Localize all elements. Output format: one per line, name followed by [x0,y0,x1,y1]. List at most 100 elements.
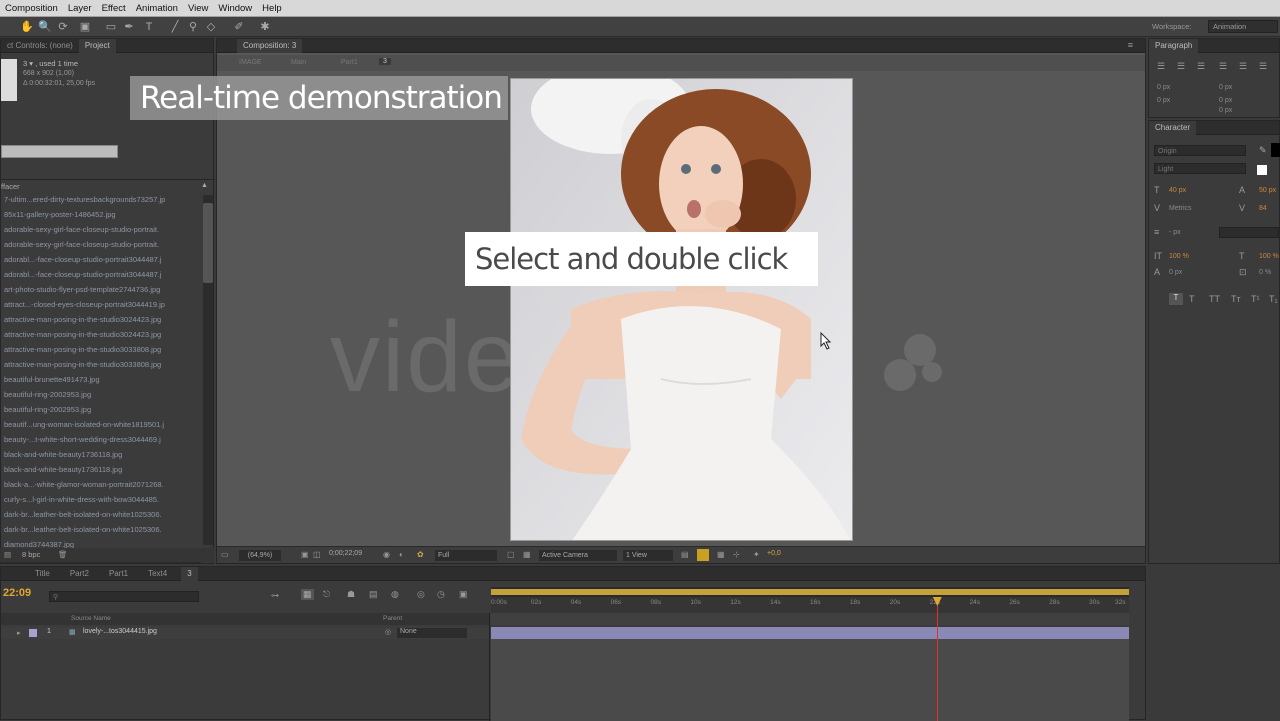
layer-duration-bar[interactable] [491,627,1129,639]
file-list-item[interactable]: attractive-man-posing-in-the-studio30244… [4,330,201,339]
draft-3d-icon[interactable]: ⎋ [323,589,330,600]
time-navigator[interactable] [491,587,1129,597]
parent-select[interactable]: None [397,628,467,638]
graph-editor-icon[interactable]: ◎ [417,589,425,600]
file-list-item[interactable]: adorable-sexy-girl-face-closeup-studio-p… [4,240,201,249]
tsume-value[interactable]: 0 % [1259,269,1271,276]
file-list-item[interactable]: adorabl...-face-closeup-studio-portrait3… [4,255,201,264]
justify-center-icon[interactable]: ☰ [1239,61,1247,72]
file-list-item[interactable]: art-photo-studio-flyer-psd-template27447… [4,285,201,294]
menu-animation[interactable]: Animation [131,0,183,17]
magnification-select[interactable]: (64,9%) [239,550,281,561]
exposure-value[interactable]: +0,0 [767,550,781,557]
timeline-search-input[interactable]: ⚲ [49,591,199,602]
all-caps-icon[interactable]: TT [1209,294,1220,304]
indent-left-value[interactable]: 0 px [1157,84,1170,91]
space-after-value[interactable]: 0 px [1219,107,1232,114]
camera-view-select[interactable]: Active Camera [539,550,617,561]
superscript-icon[interactable]: T¹ [1251,294,1260,304]
time-ruler[interactable]: 0:00s 02s 04s 06s 08s 10s 12s 14s 16s 18s 20s 22s 24… [491,597,1129,613]
show-snapshot-icon[interactable]: ◐ [399,550,404,559]
tab-paragraph[interactable]: Paragraph [1149,39,1199,53]
timeline-tab-text4[interactable]: Text4 [142,567,173,581]
tab-composition[interactable]: Composition: 3 [237,39,303,53]
leading-value[interactable]: 50 px [1259,187,1276,194]
comp-mini-flowchart-icon[interactable]: ⊶ [271,591,279,600]
auto-keyframe-icon[interactable]: ▣ [459,589,468,600]
stroke-type-select[interactable] [1219,227,1279,238]
zoom-tool-icon[interactable]: 🔍 [38,20,52,34]
toggle-pixel-aspect-icon[interactable]: ▤ [681,550,689,559]
file-list-item[interactable]: beautiful-ring-2002953.jpg [4,405,201,414]
align-left-icon[interactable]: ☰ [1157,61,1165,72]
file-list-scrollbar[interactable] [203,195,213,545]
resolution-select[interactable]: Full [435,550,497,561]
file-list-item[interactable]: black-a...-white-glamor-woman-portrait20… [4,480,201,489]
shy-layers-icon[interactable]: ☗ [347,589,355,600]
parent-header[interactable]: Parent [383,615,402,622]
file-list-item[interactable]: attract...-closed-eyes-closeup-portrait3… [4,300,201,309]
timeline-tab-part1[interactable]: Part1 [103,567,134,581]
indent-first-value[interactable]: 0 px [1219,97,1232,104]
file-list-item[interactable]: black-and-white-beauty1736118.jpg [4,450,201,459]
justify-left-icon[interactable]: ☰ [1219,61,1227,72]
label-color-swatch[interactable] [29,629,37,637]
menu-composition[interactable]: Composition [0,0,63,17]
panel-menu-icon[interactable]: ≡ [1128,40,1133,50]
eraser-icon[interactable]: ◇ [204,20,218,34]
pen-icon[interactable]: ✒ [122,20,136,34]
expand-arrow-icon[interactable]: ▸ [17,629,21,637]
faux-italic-icon[interactable]: T [1189,294,1195,304]
file-list-item[interactable]: beautiful-ring-2002953.jpg [4,390,201,399]
justify-all-icon[interactable]: ☰ [1259,61,1267,72]
file-list-item[interactable]: adorable-sexy-girl-face-closeup-studio-p… [4,225,201,234]
file-list-item[interactable]: adorabl...-face-closeup-studio-portrait3… [4,270,201,279]
file-list-item[interactable]: 7-ultim...ered-dirty-texturesbackgrounds… [4,195,201,204]
type-icon[interactable]: T [142,20,156,34]
rotate-icon[interactable]: ⟳ [56,20,70,34]
mask-visibility-icon[interactable]: ◫ [313,550,321,559]
space-before-value[interactable]: 0 px [1157,97,1170,104]
file-list-item[interactable]: attractive-man-posing-in-the-studio30244… [4,315,201,324]
current-time-display[interactable]: 0;00;22;09 [329,550,362,557]
puppet-icon[interactable]: ✱ [258,20,272,34]
brainstorm-icon[interactable]: ◷ [437,589,445,600]
stroke-width-value[interactable]: - px [1169,229,1181,236]
flow-item-part1[interactable]: Part1 [341,59,358,66]
align-right-icon[interactable]: ☰ [1197,61,1205,72]
tab-project[interactable]: Project [78,39,116,53]
file-list-item[interactable]: beautiful-brunette491473.jpg [4,375,201,384]
work-area-bar[interactable] [491,613,1129,625]
brush-icon[interactable]: ╱ [168,20,182,34]
playhead[interactable] [936,597,938,721]
fast-previews-icon[interactable] [697,549,709,561]
timeline-tab-3[interactable]: 3 [181,567,198,581]
safe-zones-icon[interactable]: ▣ [301,550,309,559]
file-list-item[interactable]: curly-s...l-girl-in-white-dress-with-bow… [4,495,201,504]
bpc-label[interactable]: 8 bpc [22,550,40,559]
timeline-icon[interactable]: ▦ [717,550,725,559]
horizontal-scale-value[interactable]: 100 % [1259,253,1279,260]
interpret-footage-icon[interactable]: ▤ [4,550,11,559]
pickwhip-icon[interactable]: ◎ [385,628,391,636]
tracking-value[interactable]: 84 [1259,205,1267,212]
exposure-icon[interactable]: ✦ [753,550,760,559]
timeline-tab-part2[interactable]: Part2 [64,567,95,581]
file-list-item[interactable]: dark-br...leather-belt-isolated-on-white… [4,525,201,534]
menu-help[interactable]: Help [257,0,287,17]
file-list-item[interactable]: dark-br...leather-belt-isolated-on-white… [4,510,201,519]
layer-row[interactable]: ▸ 1 ▦ lovely-...tos3044415.jpg ◎ None [1,627,489,639]
flowchart-icon[interactable]: ⊹ [733,550,740,559]
clone-stamp-icon[interactable]: ⚲ [186,20,200,34]
sort-icon[interactable]: ▲ [201,182,208,189]
layer-name[interactable]: lovely-...tos3044415.jpg [83,628,157,635]
channel-icon[interactable]: ✿ [417,550,424,559]
file-list-item[interactable]: black-and-white-beauty1736118.jpg [4,465,201,474]
motion-blur-icon[interactable]: ◍ [391,589,399,600]
menu-view[interactable]: View [183,0,213,17]
trash-icon[interactable]: 🗑 [58,550,68,559]
stroke-color-swatch[interactable] [1257,165,1267,175]
rectangle-icon[interactable]: ▭ [104,20,118,34]
menu-layer[interactable]: Layer [63,0,97,17]
timeline-current-time[interactable]: 22:09 [3,587,31,599]
